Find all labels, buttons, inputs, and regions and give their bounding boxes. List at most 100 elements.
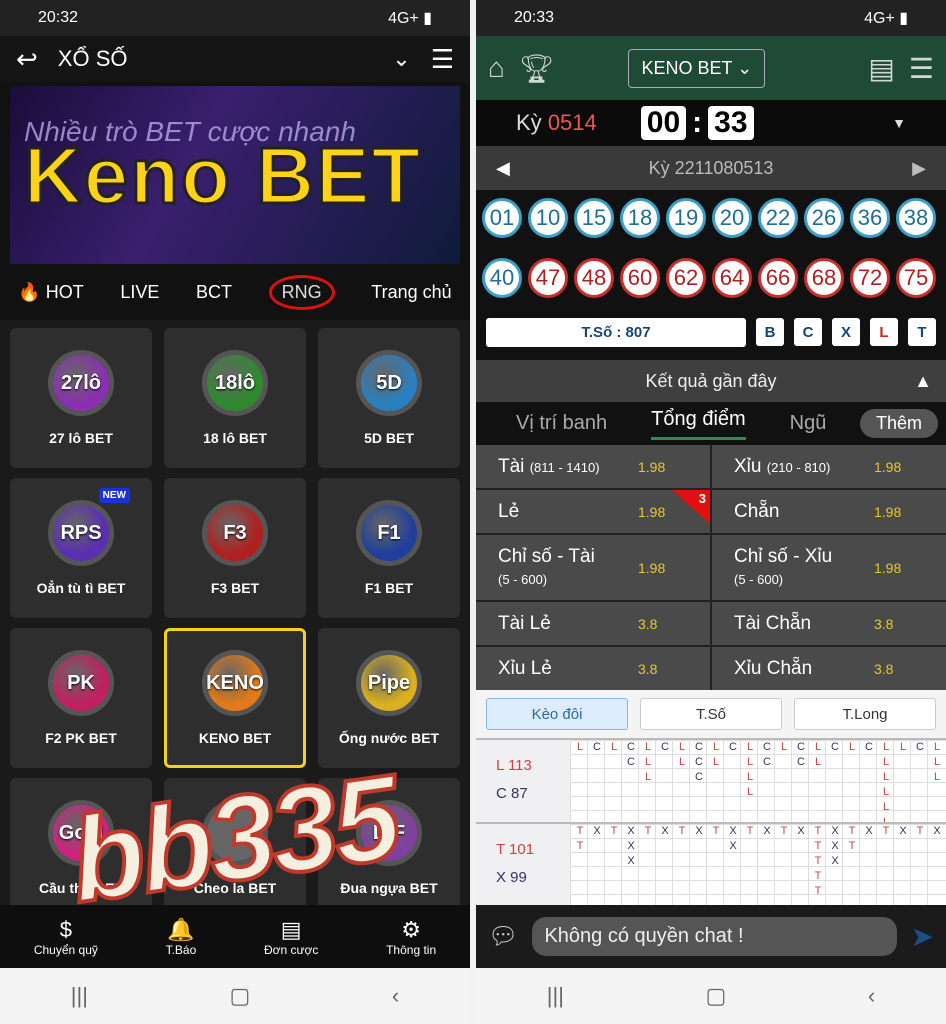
- next-arrow-icon[interactable]: ▶: [912, 158, 926, 179]
- result-ball: 38: [896, 198, 936, 238]
- recents-icon[interactable]: |||: [71, 983, 88, 1009]
- road-button[interactable]: T.Số: [640, 698, 782, 730]
- game-tile[interactable]: F1 F1 BET: [318, 478, 460, 618]
- game-tile[interactable]: PK F2 PK BET: [10, 628, 152, 768]
- nav-item[interactable]: 🔔 T.Báo: [166, 917, 197, 957]
- chevron-down-icon[interactable]: ⌄: [392, 46, 410, 72]
- odds-cell[interactable]: Xỉu Lẻ 3.8: [476, 647, 710, 690]
- game-tile[interactable]: Pipe Ống nước BET: [318, 628, 460, 768]
- road-column: L: [774, 740, 791, 822]
- chat-input[interactable]: Không có quyền chat !: [532, 917, 897, 956]
- odds-cell[interactable]: Tài Lẻ 3.8: [476, 602, 710, 645]
- tab-2[interactable]: BCT: [196, 282, 232, 303]
- right-screen: 20:33 4G+ ▮ ⌂ 🏆︎ KENO BET ⌄ ▤ ☰ Kỳ 0514 00:33 ▼…: [476, 0, 946, 1024]
- road-column: X: [689, 824, 706, 906]
- more-button[interactable]: Thêm: [859, 409, 938, 438]
- odds-cell[interactable]: Xỉu (210 - 810) 1.98: [712, 445, 946, 488]
- tab-0[interactable]: 🔥 HOT: [18, 282, 83, 303]
- odds-cell[interactable]: Xỉu Chẵn 3.8: [712, 647, 946, 690]
- flag-count: 3: [698, 491, 706, 506]
- result-ball: 10: [528, 198, 568, 238]
- home-icon[interactable]: ▢: [706, 983, 727, 1009]
- road-button[interactable]: Kèo đôi: [486, 698, 628, 730]
- promo-banner[interactable]: Nhiều trò BET cược nhanh Keno BET: [10, 86, 460, 264]
- filter-T[interactable]: T: [908, 318, 936, 346]
- collapse-icon[interactable]: ▲: [914, 371, 932, 392]
- result-ball: 75: [896, 258, 936, 298]
- game-label: F3 BET: [210, 580, 260, 596]
- game-tile[interactable]: 27lô 27 lô BET: [10, 328, 152, 468]
- result-ball: 66: [758, 258, 798, 298]
- road-tx: T 101 X 99 TT X T XXX T X T X T XX T X T X TTTTT XXX TT X T X…: [476, 822, 946, 906]
- filter-B[interactable]: B: [756, 318, 784, 346]
- tab-2[interactable]: Ngũ: [790, 412, 827, 435]
- game-label: F1 BET: [364, 580, 414, 596]
- game-tile[interactable]: 5D 5D BET: [318, 328, 460, 468]
- odds-value: 1.98: [874, 559, 902, 576]
- odds-cell[interactable]: Tài Chẵn 3.8: [712, 602, 946, 645]
- game-coin-icon: RPS: [48, 500, 114, 566]
- nav-item[interactable]: ⚙ Thông tin: [386, 917, 436, 957]
- menu-icon[interactable]: ☰: [909, 52, 934, 85]
- back-icon[interactable]: ‹: [392, 983, 399, 1009]
- filter-C[interactable]: C: [794, 318, 822, 346]
- odds-value: 3.8: [874, 660, 894, 677]
- nav-item[interactable]: $ Chuyển quỹ: [34, 917, 98, 957]
- odds-name: Xỉu: [734, 455, 762, 477]
- road-column: X: [791, 824, 808, 906]
- trophy-icon[interactable]: 🏆︎: [519, 52, 555, 85]
- road-column: C: [859, 740, 876, 822]
- status-bar: 20:32 4G+ ▮: [0, 0, 470, 36]
- tab-4[interactable]: Trang chủ: [371, 282, 451, 303]
- odds-range: (5 - 600): [498, 571, 548, 587]
- recent-results-header[interactable]: Kết quả gần đây ▲: [476, 360, 946, 402]
- road-column: L: [604, 740, 621, 822]
- count-x: X 99: [496, 869, 527, 886]
- road-column: X: [927, 824, 944, 906]
- road-button[interactable]: T.Long: [794, 698, 936, 730]
- home-icon[interactable]: ▢: [230, 983, 251, 1009]
- menu-icon[interactable]: ☰: [431, 44, 454, 75]
- nav-label: Chuyển quỹ: [33, 942, 98, 957]
- road-column: LLLL: [740, 740, 757, 822]
- result-ball: 18: [620, 198, 660, 238]
- filter-X[interactable]: X: [832, 318, 860, 346]
- odds-cell[interactable]: Chỉ số - Xỉu (5 - 600) 1.98: [712, 535, 946, 600]
- back-icon[interactable]: ↩: [16, 44, 38, 75]
- game-select[interactable]: KENO BET ⌄: [628, 48, 766, 88]
- odds-name: Tài Chẵn: [734, 612, 812, 634]
- document-icon[interactable]: ▤: [868, 52, 894, 85]
- tab-1[interactable]: LIVE: [120, 282, 159, 303]
- game-coin-icon: 27lô: [48, 350, 114, 416]
- filter-L[interactable]: L: [870, 318, 898, 346]
- road-column: X: [893, 824, 910, 906]
- odds-cell[interactable]: Tài (811 - 1410) 1.98: [476, 445, 710, 488]
- home-icon[interactable]: ⌂: [488, 52, 505, 84]
- dropdown-icon[interactable]: ▼: [892, 115, 906, 131]
- tab-0[interactable]: Vị trí banh: [516, 412, 607, 435]
- back-icon[interactable]: ‹: [868, 983, 875, 1009]
- road-column: CC: [621, 740, 638, 822]
- odds-cell[interactable]: Chẵn 1.98: [712, 490, 946, 533]
- result-ball: 68: [804, 258, 844, 298]
- game-tile[interactable]: KENO KENO BET: [164, 628, 306, 768]
- odds-name: Tài: [498, 455, 525, 477]
- tab-3[interactable]: RNG: [268, 274, 335, 310]
- road-column: LL: [672, 740, 689, 822]
- odds-value: 3.8: [874, 615, 894, 632]
- game-label: 18 lô BET: [203, 430, 267, 446]
- current-round: Kỳ 0514 00:33 ▼: [476, 100, 946, 146]
- nav-item[interactable]: ▤ Đơn cược: [264, 917, 318, 957]
- game-tile[interactable]: RPS NEW Oẳn tù tì BET: [10, 478, 152, 618]
- status-bar: 20:33 4G+ ▮: [476, 0, 946, 36]
- game-tile[interactable]: 18lô 18 lô BET: [164, 328, 306, 468]
- game-tile[interactable]: F3 F3 BET: [164, 478, 306, 618]
- result-ball: 64: [712, 258, 752, 298]
- send-icon[interactable]: ➤: [911, 920, 934, 953]
- tab-1[interactable]: Tổng điểm: [651, 408, 746, 440]
- odds-cell[interactable]: Chỉ số - Tài (5 - 600) 1.98: [476, 535, 710, 600]
- odds-cell[interactable]: Lẻ 1.98 3: [476, 490, 710, 533]
- prev-arrow-icon[interactable]: ◀: [496, 158, 510, 179]
- nav-icon: 🔔: [167, 916, 195, 942]
- recents-icon[interactable]: |||: [547, 983, 564, 1009]
